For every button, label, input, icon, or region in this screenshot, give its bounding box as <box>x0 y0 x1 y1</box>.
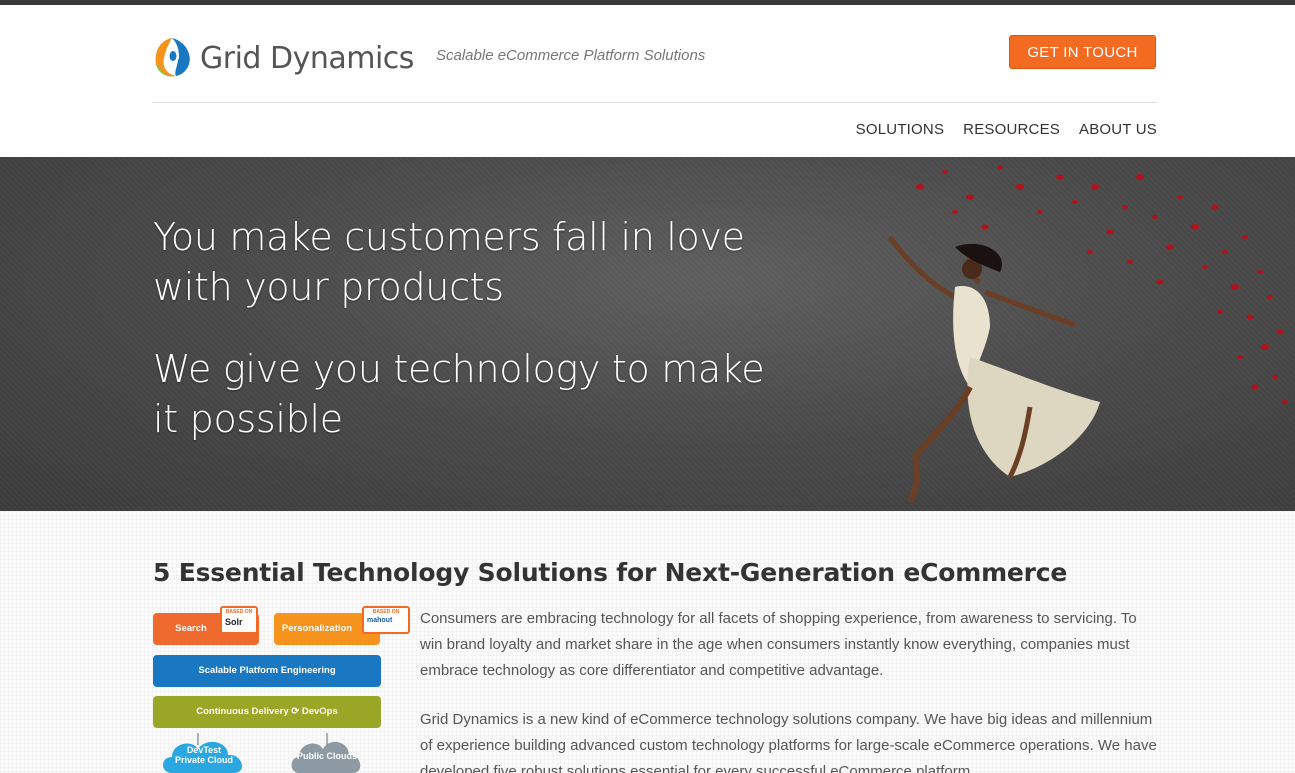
devtest-line2: Private Cloud <box>174 755 233 765</box>
public-clouds-label: Public Clouds <box>296 751 357 761</box>
devtest-line1: DevTest <box>186 745 222 755</box>
diagram-continuous-delivery-block: Continuous Delivery ⟳ DevOps <box>153 696 381 728</box>
solutions-section: 5 Essential Technology Solutions for Nex… <box>0 511 1295 773</box>
mahout-logo-text: mahout <box>367 617 393 624</box>
hero-subheadline: We give you technology to make it possib… <box>153 347 765 441</box>
badge-based-on-label: BASED ON <box>225 609 253 615</box>
solr-badge: BASED ON Solr <box>220 606 258 634</box>
logo[interactable]: Grid Dynamics <box>152 33 422 83</box>
diagram-scalable-block: Scalable Platform Engineering <box>153 655 381 687</box>
intro-paragraph: Consumers are embracing technology for a… <box>420 610 1137 679</box>
devtest-cloud-label: DevTest Private Cloud <box>158 745 250 765</box>
nav-item-resources[interactable]: RESOURCES <box>963 121 1060 138</box>
site-header: Grid Dynamics Scalable eCommerce Platfor… <box>0 5 1295 157</box>
solutions-diagram: Search BASED ON Solr Personalization BAS… <box>152 603 410 773</box>
nav-item-about-us[interactable]: ABOUT US <box>1079 121 1157 138</box>
dancer-image <box>888 165 1288 504</box>
devops-label: DevOps <box>301 706 338 717</box>
continuous-delivery-label: Continuous Delivery <box>196 706 289 717</box>
mahout-badge: BASED ON mahout <box>362 606 410 634</box>
dancer-figure <box>888 235 1100 504</box>
badge-based-on-label: BASED ON <box>372 609 400 615</box>
nav-item-solutions[interactable]: SOLUTIONS <box>856 121 944 138</box>
cycle-icon: ⟳ <box>291 706 302 717</box>
section-title: 5 Essential Technology Solutions for Nex… <box>153 558 1068 587</box>
header-divider <box>152 102 1157 103</box>
hero-banner: You make customers fall in love with you… <box>0 157 1295 511</box>
tagline: Scalable eCommerce Platform Solutions <box>436 47 706 64</box>
hero-headline: You make customers fall in love with you… <box>153 215 745 309</box>
logo-wordmark: Grid Dynamics <box>200 40 414 76</box>
company-paragraph: Grid Dynamics is a new kind of eCommerce… <box>420 711 1157 773</box>
solr-logo-text: Solr <box>225 617 243 627</box>
grid-dynamics-logo-icon <box>155 38 190 77</box>
get-in-touch-button[interactable]: GET IN TOUCH <box>1009 35 1156 69</box>
main-nav: SOLUTIONS RESOURCES ABOUT US <box>856 121 1157 138</box>
